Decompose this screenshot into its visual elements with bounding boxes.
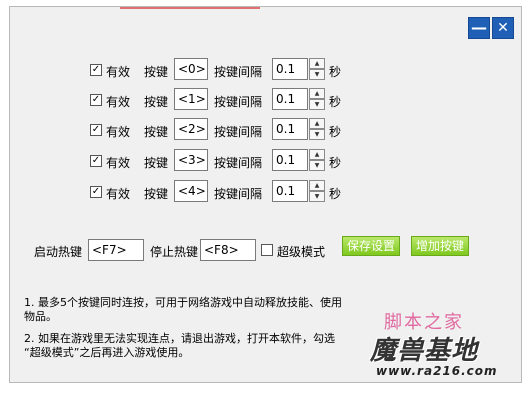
interval-field[interactable]: 0.1 [272, 88, 308, 110]
enabled-label: 有效 [106, 156, 131, 170]
spinner-up-icon[interactable]: ▲ [309, 58, 325, 69]
spinner-up-icon[interactable]: ▲ [309, 180, 325, 191]
close-icon: ✕ [497, 20, 509, 36]
interval-spinner[interactable]: ▲ ▼ [309, 118, 325, 140]
spinner-down-icon[interactable]: ▼ [309, 129, 325, 140]
minimize-button[interactable]: — [468, 17, 490, 39]
enabled-checkbox[interactable]: ✓ [90, 124, 102, 136]
interval-label: 按键间隔 [214, 65, 263, 79]
interval-field[interactable]: 0.1 [272, 118, 308, 140]
enabled-checkbox[interactable]: ✓ [90, 155, 102, 167]
title-accent-line [120, 7, 260, 9]
interval-label: 按键间隔 [214, 187, 263, 201]
seconds-unit: 秒 [329, 65, 342, 79]
seconds-unit: 秒 [329, 95, 342, 109]
spinner-up-icon[interactable]: ▲ [309, 88, 325, 99]
note-2-continued: “超级模式”之后再进入游戏使用。 [24, 346, 190, 359]
interval-spinner[interactable]: ▲ ▼ [309, 88, 325, 110]
start-hotkey-field[interactable]: <F7> [88, 239, 144, 261]
key-field[interactable]: <1> [174, 88, 208, 110]
interval-label: 按键间隔 [214, 125, 263, 139]
key-label: 按键 [144, 187, 169, 201]
seconds-unit: 秒 [329, 125, 342, 139]
spinner-up-icon[interactable]: ▲ [309, 118, 325, 129]
interval-field[interactable]: 0.1 [272, 58, 308, 80]
enabled-label: 有效 [106, 125, 131, 139]
close-button[interactable]: ✕ [492, 17, 514, 39]
enabled-checkbox[interactable]: ✓ [90, 64, 102, 76]
key-label: 按键 [144, 95, 169, 109]
interval-field[interactable]: 0.1 [272, 149, 308, 171]
spinner-down-icon[interactable]: ▼ [309, 191, 325, 202]
watermark-url: www.ra216.com [376, 364, 498, 378]
interval-label: 按键间隔 [214, 156, 263, 170]
key-field[interactable]: <3> [174, 149, 208, 171]
stop-hotkey-field[interactable]: <F8> [200, 239, 256, 261]
spinner-down-icon[interactable]: ▼ [309, 69, 325, 80]
spinner-up-icon[interactable]: ▲ [309, 149, 325, 160]
key-label: 按键 [144, 156, 169, 170]
interval-spinner[interactable]: ▲ ▼ [309, 180, 325, 202]
note-1: 1. 最多5个按键同时连按，可用于网络游戏中自动释放技能、使用 [24, 296, 342, 309]
seconds-unit: 秒 [329, 156, 342, 170]
save-settings-button[interactable]: 保存设置 [342, 236, 401, 256]
key-field[interactable]: <4> [174, 180, 208, 202]
stop-hotkey-label: 停止热键 [150, 245, 199, 259]
key-label: 按键 [144, 65, 169, 79]
key-label: 按键 [144, 125, 169, 139]
key-field[interactable]: <0> [174, 58, 208, 80]
enabled-label: 有效 [106, 187, 131, 201]
start-hotkey-label: 启动热键 [34, 245, 83, 259]
spinner-down-icon[interactable]: ▼ [309, 160, 325, 171]
enabled-label: 有效 [106, 65, 131, 79]
add-key-button[interactable]: 增加按键 [411, 236, 470, 256]
watermark-main: 魔兽基地 [370, 336, 479, 366]
interval-field[interactable]: 0.1 [272, 180, 308, 202]
interval-spinner[interactable]: ▲ ▼ [309, 58, 325, 80]
super-mode-checkbox[interactable] [261, 244, 273, 256]
enabled-label: 有效 [106, 95, 131, 109]
interval-spinner[interactable]: ▲ ▼ [309, 149, 325, 171]
seconds-unit: 秒 [329, 187, 342, 201]
enabled-checkbox[interactable]: ✓ [90, 186, 102, 198]
spinner-down-icon[interactable]: ▼ [309, 99, 325, 110]
interval-label: 按键间隔 [214, 95, 263, 109]
note-1-continued: 物品。 [24, 310, 57, 323]
key-field[interactable]: <2> [174, 118, 208, 140]
super-mode-label: 超级模式 [277, 245, 326, 259]
enabled-checkbox[interactable]: ✓ [90, 94, 102, 106]
minimize-icon: — [471, 18, 487, 37]
